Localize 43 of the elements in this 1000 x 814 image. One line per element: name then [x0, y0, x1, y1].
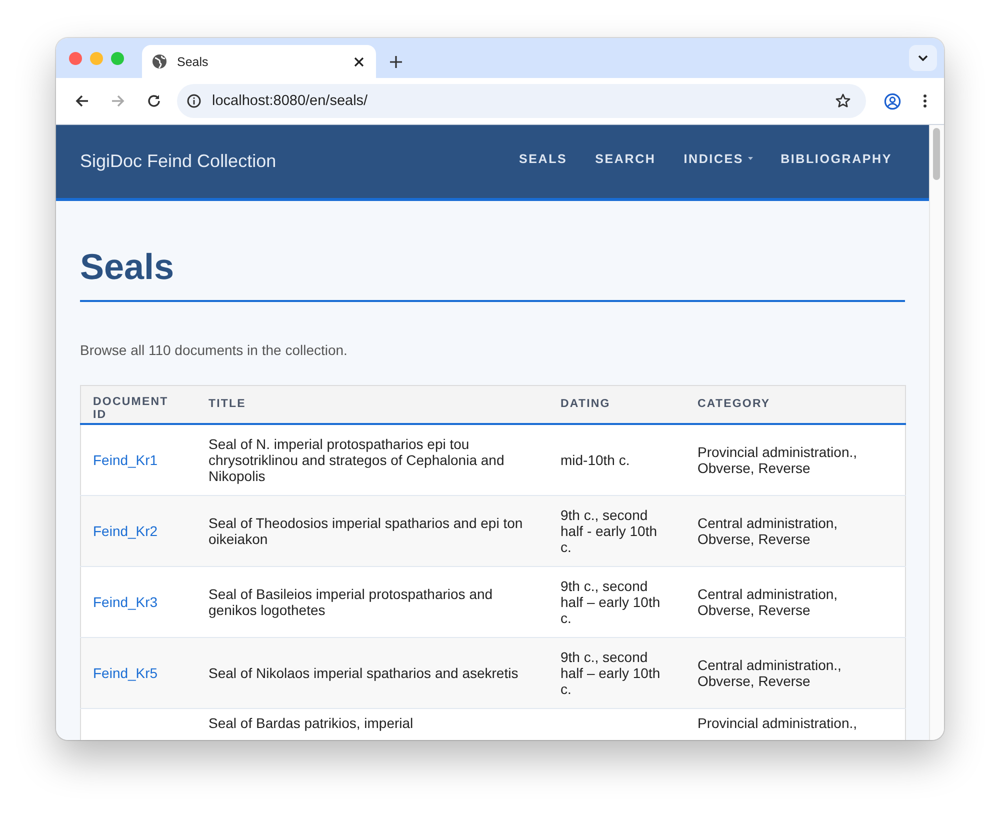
- back-icon[interactable]: [75, 94, 89, 108]
- column-header: CATEGORY: [686, 386, 906, 424]
- table-cell: 9th c., second half - early 10th c.: [548, 495, 686, 566]
- chevron-down-icon: [918, 55, 928, 61]
- document-link[interactable]: Feind_Kr2: [93, 522, 158, 538]
- table-cell: Seal of Bardas patrikios, imperial: [196, 708, 548, 740]
- page-heading: Seals: [80, 246, 905, 302]
- table-cell: mid-10th c.: [548, 424, 686, 495]
- close-tab-icon[interactable]: [354, 56, 364, 66]
- table-cell: 9th c., second half – early 10th c.: [548, 637, 686, 708]
- column-header: DATING: [548, 386, 686, 424]
- document-link[interactable]: Feind_Kr1: [93, 452, 158, 468]
- profile-icon[interactable]: [884, 92, 901, 110]
- globe-icon: [152, 54, 167, 69]
- site-title[interactable]: SigiDoc Feind Collection: [80, 151, 519, 172]
- table-cell: Central administration., Obverse, Reverse: [686, 637, 906, 708]
- table-cell: Central administration, Obverse, Reverse: [686, 495, 906, 566]
- reload-icon[interactable]: [147, 94, 161, 108]
- table-cell: 9th c., second half – early 10th c.: [548, 566, 686, 637]
- table-cell: Seal of Basileios imperial protospatharios and genikos logothetes: [196, 566, 548, 637]
- nav-link[interactable]: SEALS: [518, 152, 568, 166]
- bookmark-star-icon[interactable]: [835, 93, 851, 109]
- table-cell: Seal of Theodosios imperial spatharios and epi ton oikeiakon: [196, 495, 548, 566]
- more-menu-icon[interactable]: [923, 94, 927, 108]
- intro-text: Browse all 110 documents in the collection.: [80, 342, 348, 358]
- column-header: DOCUMENT ID: [80, 386, 196, 424]
- table-cell: Seal of N. imperial protospatharios epi tou chrysotriklinou and strategos of Cephalonia and Nikopolis: [196, 424, 548, 495]
- table-cell: Central administration, Obverse, Reverse: [686, 566, 906, 637]
- table-cell: Provincial administration., Obverse, Reverse: [686, 424, 906, 495]
- document-link[interactable]: Feind_Kr5: [93, 664, 158, 680]
- nav-link[interactable]: SEARCH: [595, 152, 656, 166]
- info-icon[interactable]: [187, 94, 201, 108]
- nav-link[interactable]: BIBLIOGRAPHY: [780, 152, 892, 166]
- nav-link[interactable]: INDICES: [684, 152, 753, 166]
- table-cell: Provincial administration.,: [686, 708, 906, 740]
- scrollbar[interactable]: [929, 125, 944, 740]
- table-cell: Seal of Nikolaos imperial spatharios and asekretis: [196, 637, 548, 708]
- document-link[interactable]: Feind_Kr3: [93, 594, 158, 610]
- column-header: TITLE: [196, 386, 548, 424]
- tab-search-button[interactable]: [909, 45, 937, 71]
- new-tab-icon[interactable]: [390, 56, 402, 68]
- address-bar[interactable]: localhost:8080/en/seals/: [177, 84, 866, 118]
- browser-tab[interactable]: Seals: [142, 45, 376, 78]
